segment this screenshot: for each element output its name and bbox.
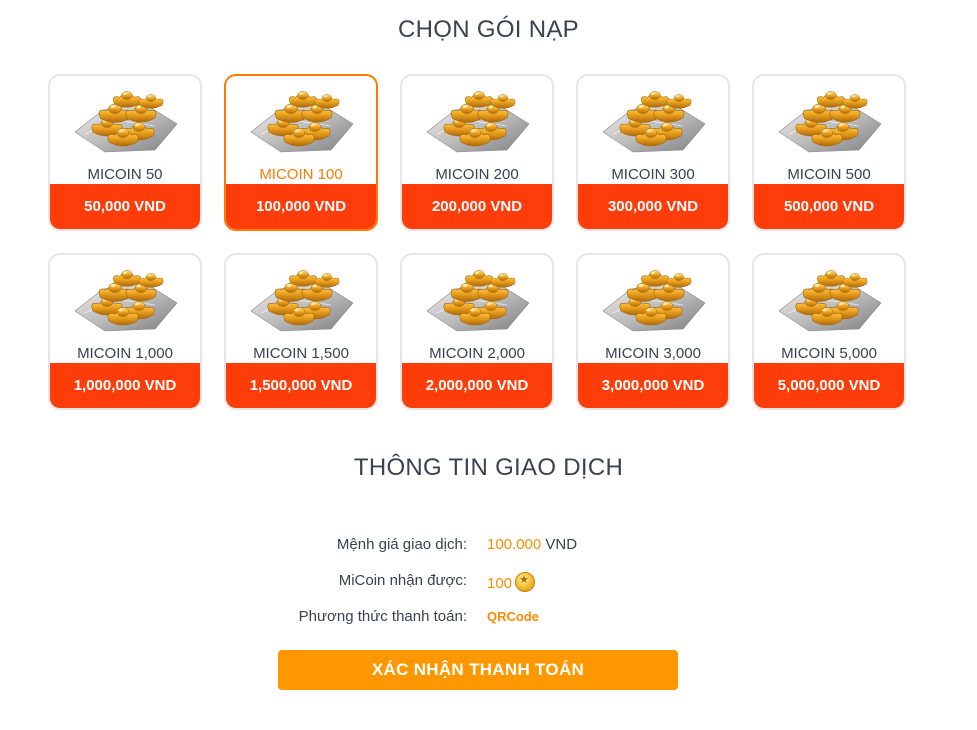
package-price: 5,000,000 VND <box>754 363 904 408</box>
micoin-row: MiCoin nhận được: 100 <box>0 572 977 594</box>
amount-label: Mệnh giá giao dịch: <box>336 536 467 553</box>
package-name: MICOIN 200 <box>435 166 519 183</box>
packages-heading: CHỌN GÓI NẠP <box>398 16 579 43</box>
package-price: 50,000 VND <box>50 184 200 229</box>
method-label: Phương thức thanh toán: <box>298 608 467 625</box>
confirm-payment-button[interactable]: XÁC NHẬN THANH TOÁN <box>278 650 678 690</box>
package-card[interactable]: MICOIN 500 500,000 VND <box>752 74 906 231</box>
package-card[interactable]: MICOIN 5,000 5,000,000 VND <box>752 253 906 410</box>
amount-value: 100.000 VND <box>487 536 577 553</box>
package-name: MICOIN 2,000 <box>429 345 525 362</box>
gold-ingot-icon <box>754 82 904 162</box>
package-price: 300,000 VND <box>578 184 728 229</box>
package-card[interactable]: MICOIN 100 100,000 VND <box>224 74 378 231</box>
package-name: MICOIN 1,000 <box>77 345 173 362</box>
package-name: MICOIN 3,000 <box>605 345 701 362</box>
gold-ingot-icon <box>402 261 552 341</box>
package-name: MICOIN 500 <box>787 166 871 183</box>
package-price: 1,500,000 VND <box>226 363 376 408</box>
package-name: MICOIN 100 <box>259 166 343 183</box>
method-value: QRCode <box>487 609 539 624</box>
gold-ingot-icon <box>226 82 376 162</box>
package-card[interactable]: MICOIN 300 300,000 VND <box>576 74 730 231</box>
package-price: 1,000,000 VND <box>50 363 200 408</box>
gold-ingot-icon <box>754 261 904 341</box>
package-price: 500,000 VND <box>754 184 904 229</box>
package-card[interactable]: MICOIN 2,000 2,000,000 VND <box>400 253 554 410</box>
package-card[interactable]: MICOIN 200 200,000 VND <box>400 74 554 231</box>
package-card[interactable]: MICOIN 50 50,000 VND <box>48 74 202 231</box>
gold-ingot-icon <box>50 82 200 162</box>
package-name: MICOIN 5,000 <box>781 345 877 362</box>
transaction-heading: THÔNG TIN GIAO DỊCH <box>353 454 624 481</box>
package-name: MICOIN 1,500 <box>253 345 349 362</box>
amount-row: Mệnh giá giao dịch: 100.000 VND <box>0 536 977 558</box>
gold-ingot-icon <box>50 261 200 341</box>
package-price: 100,000 VND <box>226 184 376 229</box>
coin-icon <box>515 572 536 592</box>
micoin-value: 100 <box>487 572 536 592</box>
gold-ingot-icon <box>226 261 376 341</box>
method-row: Phương thức thanh toán: QRCode <box>0 608 977 630</box>
package-name: MICOIN 300 <box>611 166 695 183</box>
amount-number: 100.000 <box>487 536 542 553</box>
package-price: 2,000,000 VND <box>402 363 552 408</box>
package-price: 200,000 VND <box>402 184 552 229</box>
amount-currency: VND <box>545 536 578 553</box>
micoin-number: 100 <box>487 575 513 592</box>
package-name: MICOIN 50 <box>87 166 163 183</box>
package-card[interactable]: MICOIN 1,500 1,500,000 VND <box>224 253 378 410</box>
package-card[interactable]: MICOIN 1,000 1,000,000 VND <box>48 253 202 410</box>
package-card[interactable]: MICOIN 3,000 3,000,000 VND <box>576 253 730 410</box>
gold-ingot-icon <box>578 261 728 341</box>
package-price: 3,000,000 VND <box>578 363 728 408</box>
gold-ingot-icon <box>578 82 728 162</box>
gold-ingot-icon <box>402 82 552 162</box>
micoin-label: MiCoin nhận được: <box>338 572 467 589</box>
